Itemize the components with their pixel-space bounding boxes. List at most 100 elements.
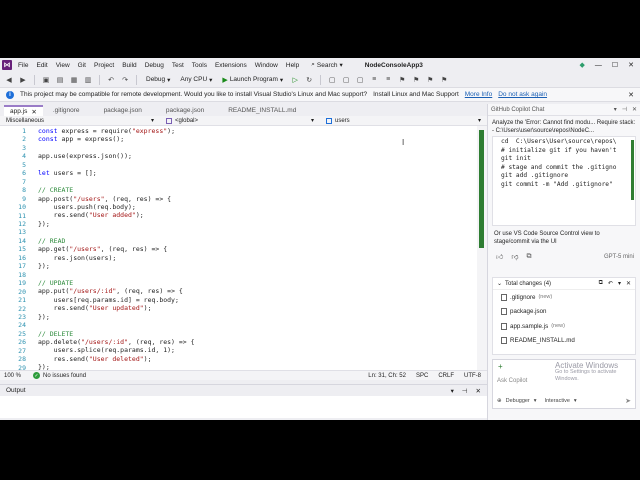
menu-tools[interactable]: Tools	[188, 62, 211, 69]
toolbar-icon-3[interactable]: ▢	[355, 75, 365, 85]
hot-reload-icon[interactable]: ↻	[304, 75, 314, 85]
undo-icon[interactable]: ↶	[608, 280, 613, 287]
close-icon[interactable]: ✕	[31, 108, 36, 116]
keep-icon[interactable]: ⧉	[599, 280, 603, 287]
file-encoding[interactable]: UTF-8	[464, 373, 481, 379]
code-line[interactable]: let users = [];	[38, 169, 487, 177]
code-line[interactable]	[38, 161, 487, 169]
cursor-position[interactable]: Ln: 31, Ch: 52	[368, 373, 406, 379]
menu-file[interactable]: File	[14, 62, 32, 69]
scrollbar-thumb[interactable]	[479, 130, 484, 248]
chat-code-snippet[interactable]: cd C:\Users\User\source\repos\ # initiali…	[492, 136, 636, 226]
code-line[interactable]: // UPDATE	[38, 279, 487, 287]
start-without-debugging-icon[interactable]: ▷	[290, 75, 300, 85]
menu-git[interactable]: Git	[74, 62, 90, 69]
code-line[interactable]: users.splice(req.params.id, 1);	[38, 346, 487, 354]
code-line[interactable]: });	[38, 262, 487, 270]
issues-status[interactable]: No issues found	[43, 373, 86, 379]
bookmark-next-icon[interactable]: ⚑	[425, 75, 435, 85]
code-line[interactable]: });	[38, 363, 487, 370]
menu-window[interactable]: Window	[251, 62, 282, 69]
code-line[interactable]: app.delete("/users/:id", (req, res) => {	[38, 338, 487, 346]
code-line[interactable]: // DELETE	[38, 330, 487, 338]
thumbs-down-icon[interactable]: 👎︎	[511, 252, 518, 261]
menu-build[interactable]: Build	[118, 62, 140, 69]
send-icon[interactable]: ➤	[625, 397, 631, 405]
pin-icon[interactable]: ⊣	[462, 387, 468, 395]
code-line[interactable]: app.use(express.json());	[38, 152, 487, 160]
chat-input-box[interactable]: + Ask Copilot Activate Windows Go to Set…	[492, 359, 636, 409]
tab-readme-install[interactable]: README_INSTALL.md	[228, 105, 310, 116]
output-panel[interactable]	[0, 396, 487, 418]
toolbar-icon-1[interactable]: ▢	[327, 75, 337, 85]
menu-project[interactable]: Project	[90, 62, 118, 69]
more-icon[interactable]: ▾	[618, 280, 621, 287]
code-line[interactable]: app.get("/users", (req, res) => {	[38, 245, 487, 253]
code-line[interactable]: res.send("User deleted");	[38, 355, 487, 363]
configuration-dropdown[interactable]: Debug ▾	[143, 76, 173, 84]
bookmark-prev-icon[interactable]: ⚑	[411, 75, 421, 85]
member-dropdown[interactable]: users ▾	[320, 116, 487, 125]
do-not-ask-link[interactable]: Do not ask again	[498, 91, 547, 98]
changes-header[interactable]: ⌄ Total changes (4) ⧉ ↶ ▾ ✕	[493, 278, 635, 290]
copy-icon[interactable]: ⧉	[526, 253, 531, 261]
new-item-icon[interactable]: ▣	[41, 75, 51, 85]
code-line[interactable]: users[req.params.id] = req.body;	[38, 296, 487, 304]
launch-program-button[interactable]: ▶ Launch Program ▾	[219, 76, 286, 84]
pin-icon[interactable]: ⊣	[622, 106, 627, 113]
install-support-link[interactable]: Install Linux and Mac Support	[373, 91, 459, 98]
open-icon[interactable]: ▤	[55, 75, 65, 85]
search-box[interactable]: ⌕ Search ▾	[307, 61, 347, 69]
back-icon[interactable]: ◀	[4, 75, 14, 85]
code-line[interactable]: const express = require("express");	[38, 127, 487, 135]
code-line[interactable]: users.push(req.body);	[38, 203, 487, 211]
menu-extensions[interactable]: Extensions	[211, 62, 251, 69]
close-icon[interactable]: ✕	[626, 280, 631, 287]
forward-icon[interactable]: ▶	[18, 75, 28, 85]
bookmark-clear-icon[interactable]: ⚑	[439, 75, 449, 85]
menu-edit[interactable]: Edit	[32, 62, 51, 69]
change-item[interactable]: .gitignore (new)	[493, 290, 635, 305]
tab-package-json-2[interactable]: package.json	[166, 105, 218, 116]
attach-icon[interactable]: ⊕	[497, 398, 502, 404]
code-line[interactable]	[38, 144, 487, 152]
menu-view[interactable]: View	[52, 62, 74, 69]
code-line[interactable]: res.send("User updated");	[38, 304, 487, 312]
project-dropdown[interactable]: Miscellaneous ▾	[0, 116, 160, 125]
vertical-scrollbar[interactable]	[477, 126, 487, 370]
output-title[interactable]: Output	[6, 387, 26, 394]
code-editor[interactable]: 1 2 3 4 5 6 7 8 9 10 11 12 13 14 15 16 17 18 19 20 21 22 23 24 2…	[0, 126, 487, 370]
close-icon[interactable]: ✕	[628, 91, 634, 99]
menu-debug[interactable]: Debug	[141, 62, 168, 69]
snippet-scrollbar[interactable]	[631, 140, 634, 200]
line-endings[interactable]: CRLF	[438, 373, 454, 379]
change-item[interactable]: app.sample.js (new)	[493, 319, 635, 334]
interaction-mode[interactable]: Interactive	[545, 398, 570, 404]
chevron-down-icon[interactable]: ▾	[451, 387, 454, 395]
toolbar-icon-2[interactable]: ▢	[341, 75, 351, 85]
code-line[interactable]: res.json(users);	[38, 254, 487, 262]
change-item[interactable]: README_INSTALL.md	[493, 334, 635, 349]
close-icon[interactable]: ✕	[476, 387, 481, 395]
close-icon[interactable]: ✕	[632, 106, 637, 113]
code-line[interactable]: });	[38, 313, 487, 321]
code-line[interactable]	[38, 270, 487, 278]
code-line[interactable]: app.post("/users", (req, res) => {	[38, 195, 487, 203]
toolbar-icon-4[interactable]: ≡	[369, 75, 379, 85]
copilot-icon[interactable]: ◆	[579, 61, 584, 69]
toolbar-icon-5[interactable]: ≡	[383, 75, 393, 85]
code-line[interactable]: res.send("User added");	[38, 211, 487, 219]
more-info-link[interactable]: More Info	[465, 91, 492, 98]
tab-app-js[interactable]: app.js ✕	[4, 105, 43, 116]
code-line[interactable]: });	[38, 220, 487, 228]
minimize-icon[interactable]: —	[595, 62, 602, 69]
debugger-mode[interactable]: Debugger	[506, 398, 530, 404]
undo-icon[interactable]: ↶	[106, 75, 116, 85]
save-all-icon[interactable]: ▥	[83, 75, 93, 85]
chevron-down-icon[interactable]: ▾	[614, 106, 617, 113]
maximize-icon[interactable]: ☐	[612, 61, 618, 69]
bookmark-icon[interactable]: ⚑	[397, 75, 407, 85]
platform-dropdown[interactable]: Any CPU ▾	[177, 76, 215, 84]
code-line[interactable]	[38, 321, 487, 329]
scope-dropdown[interactable]: <global> ▾	[160, 116, 320, 125]
